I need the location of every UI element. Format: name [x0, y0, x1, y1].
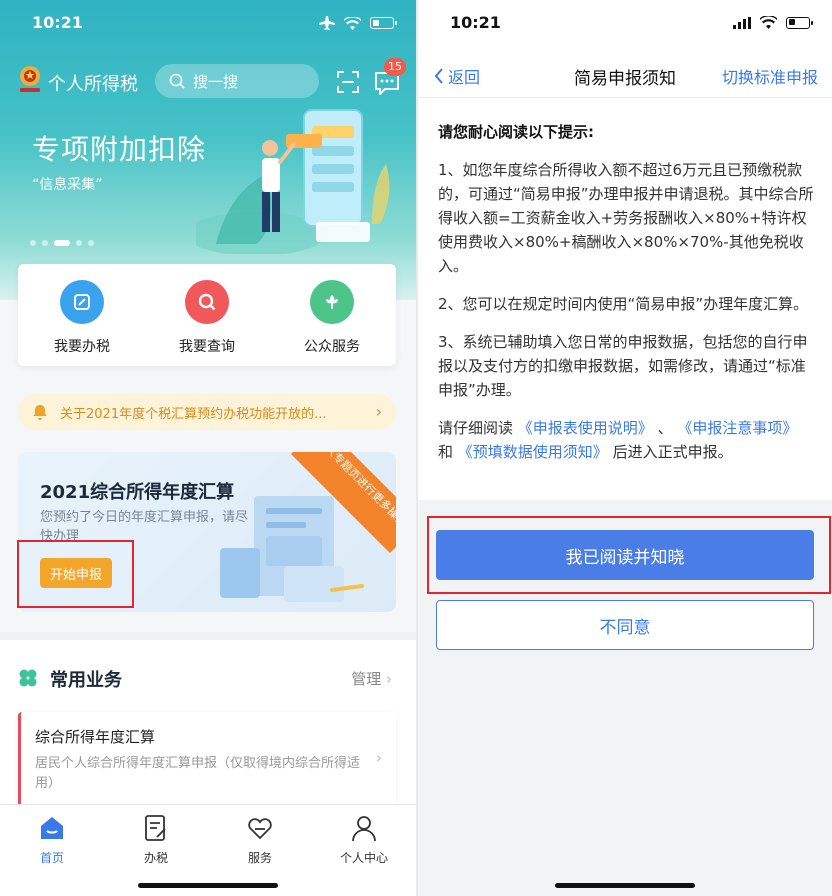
bell-icon: [33, 405, 47, 420]
wifi-icon: [344, 16, 361, 30]
message-badge: 15: [384, 58, 406, 76]
nav-bar: 返回 简易申报须知 切换标准申报: [418, 54, 832, 98]
chevron-right-icon: ›: [375, 748, 382, 767]
banner-title: 专项附加扣除: [32, 133, 207, 166]
shortcut-public-service[interactable]: 公众服务: [272, 280, 392, 356]
status-bar: 10:21: [418, 13, 832, 37]
form-instructions-link[interactable]: 《申报表使用说明》: [518, 419, 653, 437]
tab-tax[interactable]: 办税: [104, 813, 208, 866]
document-edit-icon: [145, 815, 166, 841]
tab-service[interactable]: 服务: [208, 813, 312, 866]
heart-hand-icon: [248, 818, 272, 840]
search-placeholder: 搜一搜: [193, 72, 239, 91]
service-item-desc: 居民个人综合所得年度汇算申报（仅取得境内综合所得适用）: [35, 756, 361, 791]
notice-paragraph-4: 请仔细阅读 《申报表使用说明》 、 《申报注意事项》 和 《预填数据使用须知》 …: [438, 419, 798, 461]
tab-bar: 首页 办税 服务 个人中心: [0, 804, 416, 896]
tab-home[interactable]: 首页: [0, 813, 104, 866]
highlight-box: [427, 516, 831, 594]
notice-paragraph-1: 1、如您年度综合所得收入额不超过6万元且已预缴税款的，可通过“简易申报”办理申报…: [438, 161, 814, 275]
hero-banner[interactable]: 10:21 个人所得税 搜一搜 15 专项附加扣除 “信息采集”: [0, 0, 416, 300]
switch-standard-filing-link[interactable]: 切换标准申报: [722, 64, 818, 88]
notice-content: 请您耐心阅读以下提示: 1、如您年度综合所得收入额不超过6万元且已预缴税款的，可…: [438, 120, 814, 478]
home-icon: [41, 817, 63, 839]
clover-icon: [19, 669, 37, 687]
scan-icon[interactable]: [336, 70, 360, 94]
app-title: 个人所得税: [48, 74, 138, 95]
disagree-button[interactable]: 不同意: [436, 600, 814, 650]
simple-filing-notice-screen: 10:21 返回 简易申报须知 切换标准申报 请您耐心阅读以下提示: 1、如您年…: [418, 0, 832, 896]
notice-paragraph-2: 2、您可以在规定时间内使用“简易申报”办理年度汇算。: [438, 295, 809, 313]
shortcut-query[interactable]: 我要查询: [147, 280, 267, 356]
annual-card-title: 2021综合所得年度汇算: [40, 482, 235, 503]
highlight-box: [17, 540, 134, 608]
service-item-annual-settlement[interactable]: 综合所得年度汇算 居民个人综合所得年度汇算申报（仅取得境内综合所得适用） ›: [18, 712, 396, 812]
battery-icon: [370, 17, 397, 29]
shortcut-panel: 我要办税 我要查询 公众服务: [18, 264, 396, 366]
battery-icon: [786, 16, 813, 29]
user-icon: [352, 816, 376, 842]
shortcut-tax-filing[interactable]: 我要办税: [22, 280, 142, 356]
tab-label: 首页: [39, 851, 64, 865]
notice-bar[interactable]: 关于2021年度个税汇算预约办税功能开放的... ›: [18, 394, 396, 430]
tab-label: 办税: [143, 851, 168, 865]
search-bar[interactable]: 搜一搜: [155, 64, 319, 98]
signal-icon: [733, 16, 751, 29]
home-header: 个人所得税 搜一搜 15: [0, 58, 416, 104]
notice-heading: 请您耐心阅读以下提示:: [438, 123, 594, 141]
filing-notes-link[interactable]: 《申报注意事项》: [677, 419, 797, 437]
banner-illustration: [196, 109, 390, 254]
pen-icon: [60, 280, 104, 324]
notice-paragraph-3: 3、系统已辅助填入您日常的申报数据，包括您的自行申报以及支付方的扣缴申报数据，如…: [438, 333, 808, 399]
search-icon: [169, 73, 185, 89]
flower-icon: [310, 280, 354, 324]
shortcut-label: 我要办税: [54, 339, 110, 355]
manage-link[interactable]: 管理 ›: [351, 668, 392, 689]
prefilled-data-notice-link[interactable]: 《预填数据使用须知》: [458, 443, 608, 461]
status-time: 10:21: [450, 13, 501, 32]
banner-pagination[interactable]: [30, 240, 94, 246]
wifi-icon: [760, 16, 777, 29]
airplane-icon: [319, 16, 335, 30]
shortcut-label: 公众服务: [304, 339, 360, 355]
section-title: 常用业务: [50, 670, 122, 691]
tab-label: 个人中心: [339, 851, 388, 865]
tab-label: 服务: [247, 851, 272, 865]
shortcut-label: 我要查询: [179, 339, 235, 355]
home-screen: 10:21 个人所得税 搜一搜 15 专项附加扣除 “信息采集” 我要办税 我要…: [0, 0, 416, 896]
common-services-section: 常用业务 管理 › 综合所得年度汇算 居民个人综合所得年度汇算申报（仅取得境内综…: [0, 640, 416, 812]
service-item-title: 综合所得年度汇算: [35, 728, 156, 746]
home-indicator: [555, 883, 695, 888]
tab-personal-center[interactable]: 个人中心: [312, 813, 416, 866]
status-bar: 10:21: [0, 13, 416, 37]
notice-text: 关于2021年度个税汇算预约办税功能开放的...: [60, 406, 327, 422]
banner-subtitle: “信息采集”: [32, 177, 103, 193]
tax-emblem-logo: [20, 66, 40, 92]
chevron-right-icon: ›: [375, 402, 382, 421]
query-icon: [185, 280, 229, 324]
status-time: 10:21: [32, 13, 83, 32]
home-indicator: [138, 883, 278, 888]
